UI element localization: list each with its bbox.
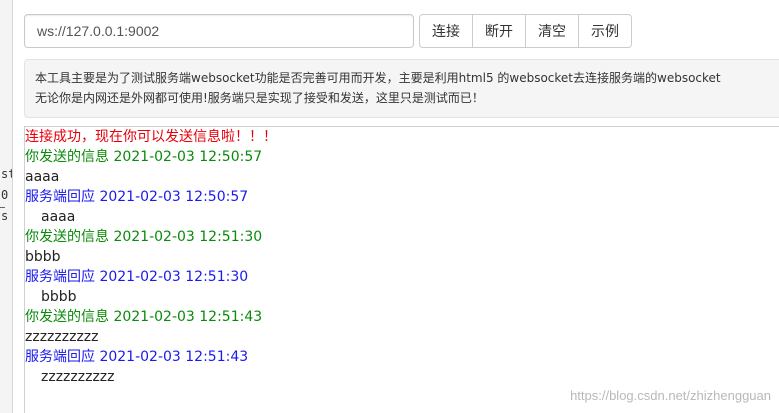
- reply-header: 服务端回应 2021-02-03 12:51:43: [25, 349, 249, 365]
- reply-body: aaaa: [41, 209, 76, 225]
- connection-status: 连接成功，现在你可以发送信息啦！！！: [25, 129, 277, 145]
- connect-button[interactable]: 连接: [419, 14, 473, 48]
- action-button-group: 连接 断开 清空 示例: [419, 14, 632, 48]
- toolbar: 连接 断开 清空 示例: [24, 14, 632, 48]
- reply-header: 服务端回应 2021-02-03 12:50:57: [25, 189, 249, 205]
- websocket-test-page: st 0 s 连接 断开 清空 示例 本工具主要是为了测试服务端websocke…: [0, 0, 779, 413]
- clear-button[interactable]: 清空: [525, 14, 579, 48]
- websocket-url-input[interactable]: [24, 14, 414, 48]
- sent-body: bbbb: [25, 249, 61, 265]
- sent-body: aaaa: [25, 169, 60, 185]
- sent-body: zzzzzzzzzz: [25, 329, 99, 345]
- info-line-2: 无论你是内网还是外网都可使用!服务端只是实现了接受和发送，这里只是测试而已！: [35, 91, 484, 105]
- background-text-fragment: st: [1, 167, 12, 181]
- background-divider: [0, 207, 5, 208]
- watermark: https://blog.csdn.net/zhizhengguan: [570, 388, 771, 403]
- sent-header: 你发送的信息 2021-02-03 12:51:43: [25, 309, 263, 325]
- reply-header: 服务端回应 2021-02-03 12:51:30: [25, 269, 249, 285]
- background-text-fragment: s: [1, 209, 9, 223]
- info-line-1: 本工具主要是为了测试服务端websocket功能是否完善可用而开发，主要是利用h…: [35, 71, 721, 85]
- reply-body: bbbb: [41, 289, 77, 305]
- sent-header: 你发送的信息 2021-02-03 12:51:30: [25, 229, 263, 245]
- message-log: 连接成功，现在你可以发送信息啦！！！ 你发送的信息 2021-02-03 12:…: [24, 126, 779, 413]
- example-button[interactable]: 示例: [578, 14, 632, 48]
- background-text-fragment: 0: [1, 188, 9, 202]
- info-panel: 本工具主要是为了测试服务端websocket功能是否完善可用而开发，主要是利用h…: [24, 59, 779, 118]
- reply-body: zzzzzzzzzz: [41, 369, 115, 385]
- sent-header: 你发送的信息 2021-02-03 12:50:57: [25, 149, 263, 165]
- background-window-edge: st 0 s: [0, 0, 13, 413]
- disconnect-button[interactable]: 断开: [472, 14, 526, 48]
